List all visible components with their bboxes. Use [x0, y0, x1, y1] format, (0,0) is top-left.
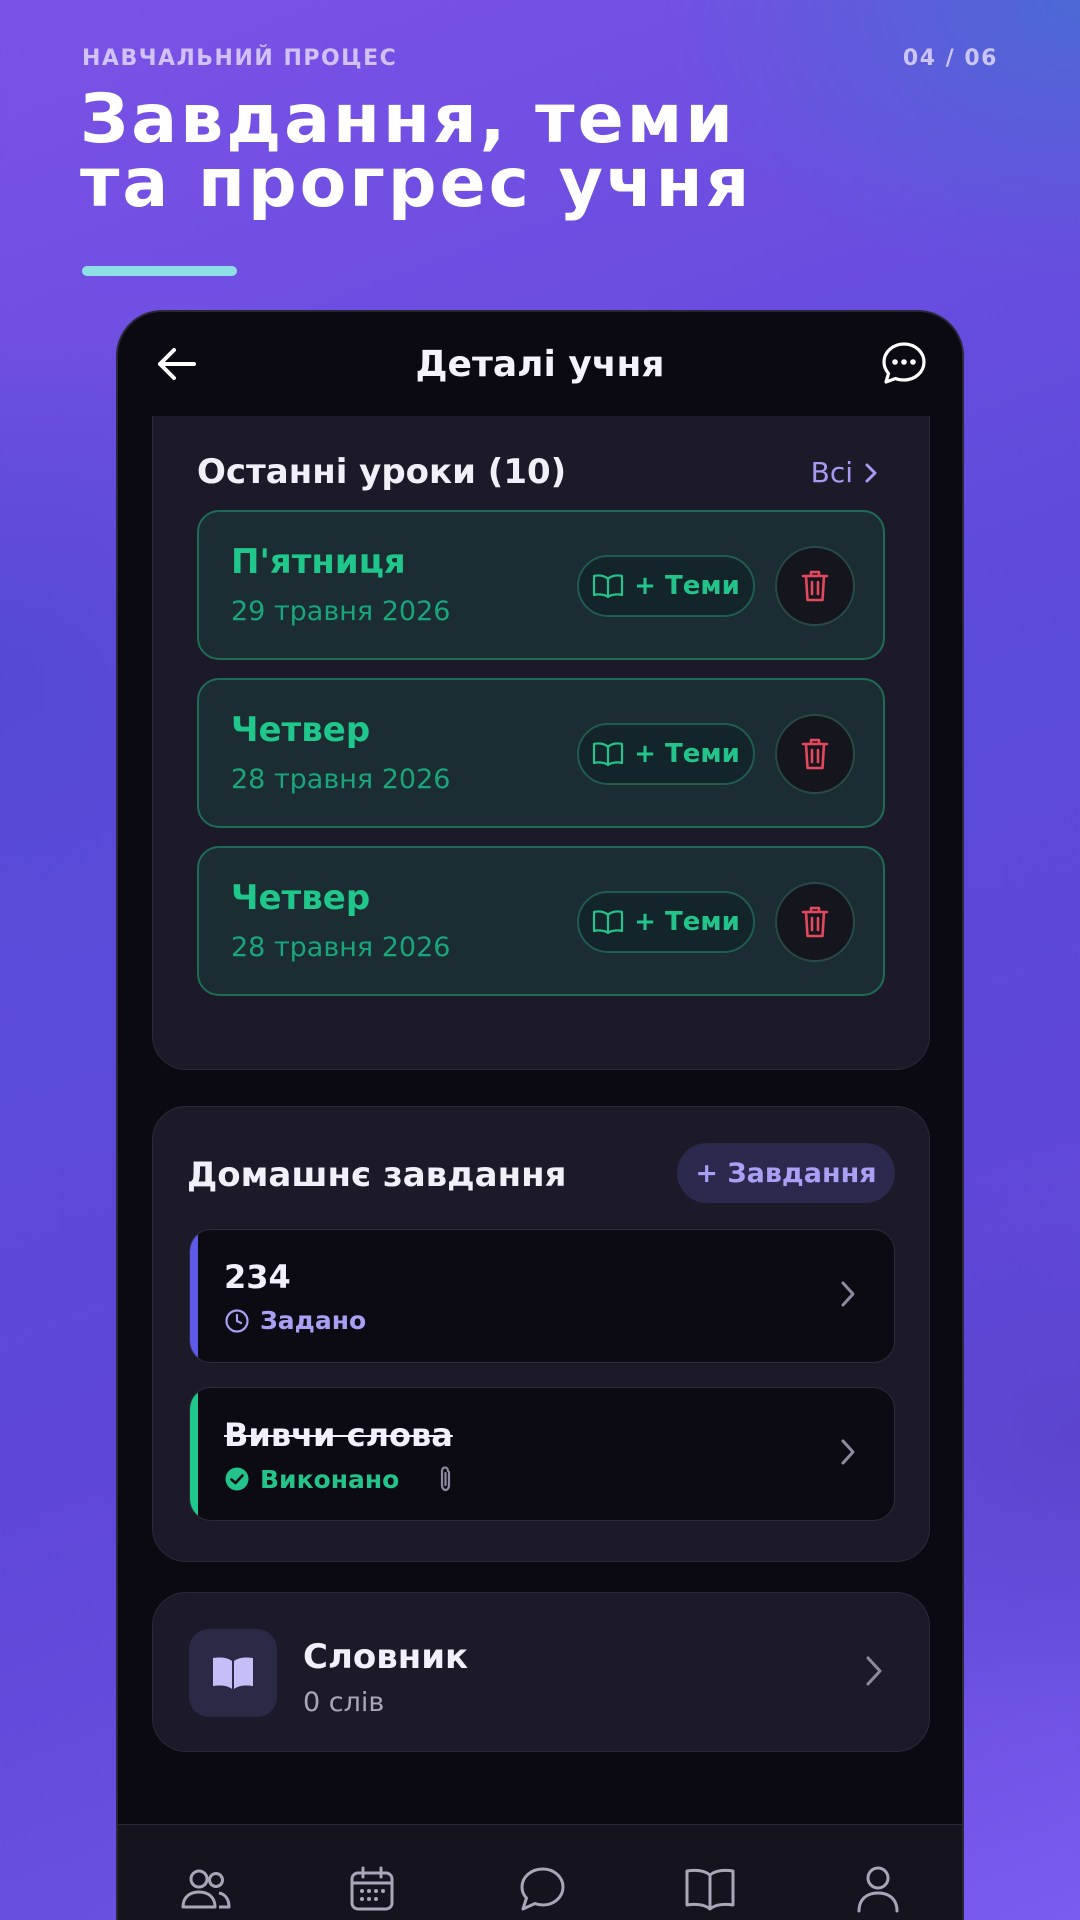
chevron-right-icon — [841, 1281, 855, 1307]
headline-line-2: та прогрес учня — [80, 144, 753, 223]
clock-icon — [225, 1308, 249, 1333]
homework-card: Домашнє завдання + Завдання 234 Задано В… — [152, 1106, 930, 1562]
lesson-item[interactable]: Четвер 28 травня 2026 + Теми — [197, 846, 885, 996]
nav-profile[interactable] — [850, 1861, 906, 1917]
add-topics-label: + Теми — [634, 739, 740, 769]
delete-lesson-button[interactable] — [775, 882, 855, 962]
nav-calendar[interactable] — [344, 1861, 400, 1917]
recent-lessons-title: Останні уроки (10) — [197, 452, 567, 492]
add-task-button[interactable]: + Завдання — [677, 1143, 895, 1203]
slide-pager: 04 / 06 — [902, 46, 998, 71]
lesson-day: Четвер — [231, 710, 371, 750]
homework-item[interactable]: 234 Задано — [189, 1229, 895, 1363]
dictionary-word-count: 0 слів — [303, 1687, 385, 1718]
dictionary-card[interactable]: Словник 0 слів — [152, 1592, 930, 1752]
page-title: Деталі учня — [415, 343, 665, 385]
open-book-icon — [593, 742, 624, 767]
nav-library[interactable] — [682, 1861, 738, 1917]
lesson-day: П'ятниця — [231, 542, 406, 582]
lesson-item[interactable]: Четвер 28 травня 2026 + Теми — [197, 678, 885, 828]
trash-icon — [801, 738, 829, 770]
task-title: 234 — [224, 1258, 291, 1296]
nav-chat[interactable] — [514, 1861, 570, 1917]
headline-line-1: Завдання, теми — [80, 80, 736, 159]
open-book-icon — [213, 1657, 253, 1689]
task-status-stripe — [190, 1230, 198, 1362]
homework-title: Домашнє завдання — [187, 1155, 567, 1195]
delete-lesson-button[interactable] — [775, 546, 855, 626]
chat-button[interactable] — [880, 340, 928, 388]
dictionary-title: Словник — [303, 1637, 469, 1677]
lesson-item[interactable]: П'ятниця 29 травня 2026 + Теми — [197, 510, 885, 660]
see-all-lessons-link[interactable]: Всі — [811, 456, 879, 489]
add-topics-button[interactable]: + Теми — [577, 555, 755, 617]
add-topics-button[interactable]: + Теми — [577, 723, 755, 785]
lesson-date: 28 травня 2026 — [231, 764, 451, 795]
bottom-navigation — [118, 1824, 962, 1920]
students-icon — [181, 1869, 231, 1909]
lesson-date: 28 травня 2026 — [231, 932, 451, 963]
add-topics-label: + Теми — [634, 907, 740, 937]
dictionary-icon-box — [189, 1629, 277, 1717]
open-book-icon — [593, 574, 624, 599]
phone-frame: Останні уроки (10) Всі П'ятниця 29 травн… — [116, 310, 964, 1920]
book-icon — [685, 1869, 735, 1911]
profile-icon — [857, 1866, 899, 1913]
task-title: Вивчи слова — [224, 1416, 453, 1454]
trash-icon — [801, 906, 829, 938]
see-all-label: Всі — [810, 456, 853, 489]
chat-bubble-dots-icon — [882, 342, 926, 384]
headline: Завдання, теми та прогрес учня — [80, 80, 980, 223]
delete-lesson-button[interactable] — [775, 714, 855, 794]
chat-icon — [520, 1867, 565, 1911]
lesson-date: 29 травня 2026 — [231, 596, 451, 627]
add-topics-label: + Теми — [634, 571, 740, 601]
task-status-label: Задано — [260, 1306, 367, 1335]
task-status: Виконано — [224, 1464, 459, 1494]
check-circle-icon — [225, 1467, 249, 1491]
chevron-right-icon — [841, 1439, 855, 1465]
chevron-right-icon — [866, 1656, 882, 1686]
section-kicker: НАВЧАЛЬНИЙ ПРОЦЕС — [82, 46, 398, 71]
calendar-icon — [350, 1866, 394, 1911]
task-status-stripe — [190, 1388, 198, 1520]
lesson-day: Четвер — [231, 878, 371, 918]
homework-item[interactable]: Вивчи слова Виконано — [189, 1387, 895, 1521]
nav-students[interactable] — [178, 1861, 234, 1917]
attachment-icon — [441, 1466, 451, 1492]
trash-icon — [801, 570, 829, 602]
task-status-label: Виконано — [260, 1464, 400, 1494]
back-button[interactable] — [154, 342, 198, 386]
task-status: Задано — [224, 1306, 366, 1335]
open-book-icon — [593, 910, 624, 935]
accent-bar — [82, 266, 237, 276]
arrow-left-icon — [158, 348, 196, 380]
app-header: Деталі учня — [118, 312, 962, 416]
recent-lessons-card: Останні уроки (10) Всі П'ятниця 29 травн… — [152, 410, 930, 1070]
add-topics-button[interactable]: + Теми — [577, 891, 755, 953]
chevron-right-icon — [865, 463, 877, 482]
